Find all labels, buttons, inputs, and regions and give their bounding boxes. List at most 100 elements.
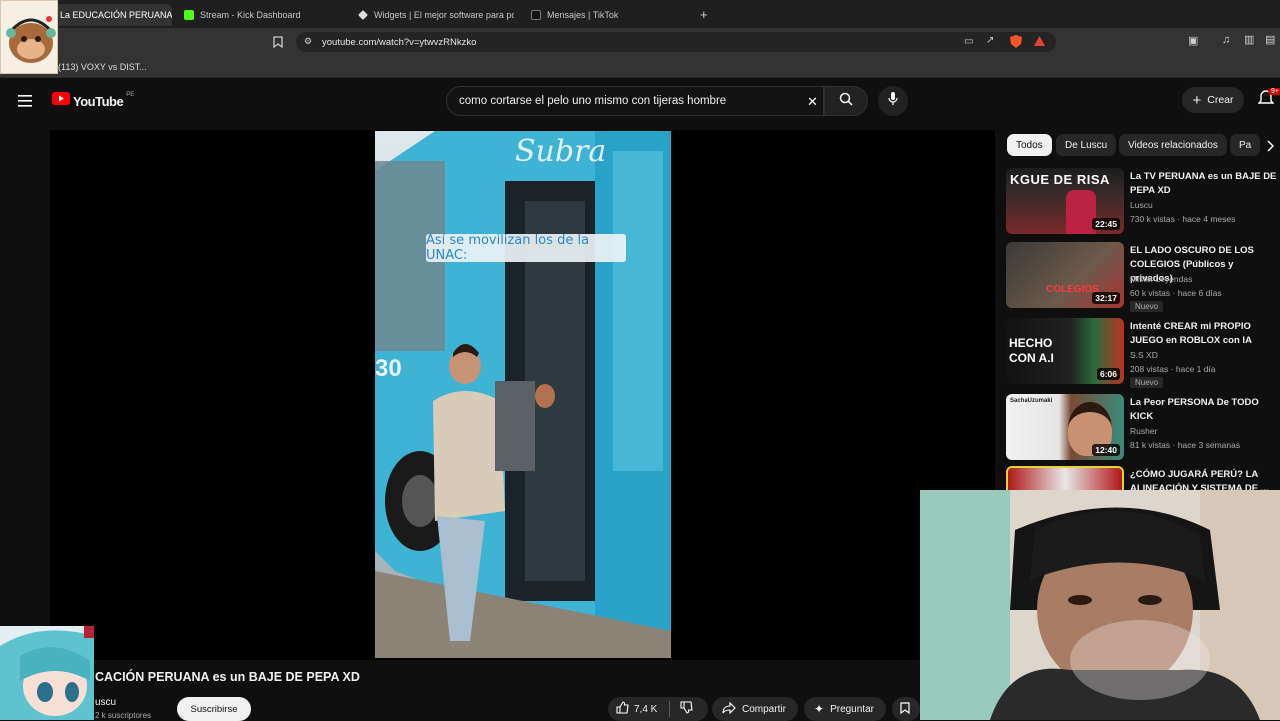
video-caption-overlay: Así se movilizan los de la UNAC:	[426, 233, 626, 263]
voice-search-button[interactable]	[878, 86, 908, 116]
streamer-avatar-overlay	[0, 0, 58, 74]
channel-name[interactable]: Luscu	[1130, 200, 1153, 210]
share-label: Compartir	[742, 703, 786, 715]
new-badge: Nuevo	[1130, 377, 1164, 388]
extensions-icon[interactable]: ▣	[1188, 36, 1198, 47]
video-thumbnail[interactable]: COLEGIOS 32:17	[1006, 242, 1124, 308]
recommendation-item[interactable]: SachaUzumaki 12:40 La Peor PERSONA De TO…	[1006, 394, 1280, 460]
wallet-icon[interactable]: ▤	[1265, 35, 1275, 46]
search-icon	[839, 92, 853, 111]
channel-name[interactable]: Mister Leyendas	[1130, 274, 1192, 284]
like-button[interactable]: 7,4 K	[608, 701, 657, 717]
bus-logo-text: Subra	[515, 134, 606, 169]
subscribe-button[interactable]: Suscribirse	[177, 697, 251, 721]
diamond-icon	[358, 10, 368, 20]
bookmarks-bar: (113) VOXY vs DIST...	[0, 56, 1280, 78]
chip-all[interactable]: Todos	[1007, 134, 1052, 156]
video-metadata: 208 vistas · hace 1 día	[1130, 364, 1216, 374]
video-metadata: 60 k vistas · hace 6 días	[1130, 288, 1222, 298]
tab-label: Stream - Kick Dashboard	[200, 10, 301, 20]
tab-widgets[interactable]: Widgets | El mejor software para pot	[352, 4, 514, 26]
like-count: 7,4 K	[634, 703, 658, 715]
channel-name[interactable]: uscu	[95, 697, 116, 708]
recommendation-item[interactable]: HECHO CON A.I 6:06 Intenté CREAR mi PROP…	[1006, 318, 1280, 388]
ask-button[interactable]: ✦ Preguntar	[804, 697, 886, 721]
channel-subscriber-count: 2 k suscriptores	[95, 711, 152, 720]
like-dislike-group: 7,4 K	[608, 697, 708, 721]
chevron-right-icon[interactable]	[1266, 139, 1275, 157]
address-bar[interactable]: ⚙ youtube.com/watch?v=ytwvzRNkzko ▭ ↗	[296, 32, 1056, 52]
brave-shield-icon[interactable]	[1010, 35, 1022, 51]
video-duration: 22:45	[1092, 218, 1120, 230]
save-bookmark-icon	[900, 701, 910, 717]
video-title[interactable]: La TV PERUANA es un BAJE DE PEPA XD	[1130, 170, 1278, 198]
thumbs-down-icon	[680, 701, 693, 717]
share-arrow-icon	[722, 701, 736, 717]
tiktok-icon	[531, 10, 541, 20]
save-button[interactable]	[892, 697, 920, 721]
search-query: como cortarse el pelo uno mismo con tije…	[459, 95, 727, 107]
clear-search-icon[interactable]: ✕	[807, 94, 818, 110]
new-badge: Nuevo	[1130, 301, 1164, 312]
chip-more[interactable]: Pa	[1230, 134, 1260, 156]
thumbnail-text: HECHO CON A.I	[1009, 336, 1054, 365]
kick-icon	[184, 10, 194, 20]
video-thumbnail[interactable]: HECHO CON A.I 6:06	[1006, 318, 1124, 384]
thumbnail-text: COLEGIOS	[1046, 284, 1099, 295]
video-title: CACIÓN PERUANA es un BAJE DE PEPA XD	[95, 670, 360, 684]
video-frame[interactable]: Subra 30	[375, 131, 671, 658]
bus-number-text: 30	[375, 355, 402, 382]
bookmark-icon[interactable]	[273, 36, 283, 51]
browser-tab-bar: La EDUCACIÓN PERUANA ✕ Stream - Kick Das…	[0, 0, 1280, 28]
recommendation-item[interactable]: COLEGIOS 32:17 EL LADO OSCURO DE LOS COL…	[1006, 242, 1280, 312]
video-thumbnail[interactable]: SachaUzumaki 12:40	[1006, 394, 1124, 460]
share-icon[interactable]: ↗	[986, 36, 994, 46]
video-thumbnail[interactable]: KGUE DE RISA 22:45	[1006, 168, 1124, 234]
youtube-logo[interactable]: YouTube PE	[52, 92, 134, 110]
sidebar-icon[interactable]: ▥	[1244, 35, 1254, 46]
divider	[669, 701, 671, 717]
create-button[interactable]: + Crear	[1182, 87, 1244, 113]
video-metadata: 81 k vistas · hace 3 semanas	[1130, 440, 1241, 450]
search-input[interactable]: como cortarse el pelo uno mismo con tije…	[446, 86, 824, 116]
tab-kick-dashboard[interactable]: Stream - Kick Dashboard	[178, 4, 348, 26]
video-title[interactable]: La Peor PERSONA De TODO KICK	[1130, 396, 1278, 424]
thumbnail-text: KGUE DE RISA	[1010, 172, 1110, 187]
plus-icon: +	[1192, 91, 1202, 109]
chip-related[interactable]: Videos relacionados	[1119, 134, 1227, 156]
webcam-overlay	[920, 490, 1280, 720]
video-duration: 32:17	[1092, 292, 1120, 304]
new-tab-icon[interactable]: +	[700, 8, 708, 21]
recommendation-item[interactable]: KGUE DE RISA 22:45 La TV PERUANA es un B…	[1006, 168, 1280, 234]
tab-tiktok-messages[interactable]: Mensajes | TikTok	[525, 4, 695, 26]
microphone-icon	[888, 91, 898, 111]
create-label: Crear	[1207, 94, 1234, 106]
tab-label: La EDUCACIÓN PERUANA	[60, 10, 172, 20]
chip-from-channel[interactable]: De Luscu	[1056, 134, 1117, 156]
video-duration: 6:06	[1096, 368, 1120, 380]
channel-name[interactable]: Rusher	[1130, 426, 1157, 436]
vtuber-avatar-overlay	[0, 626, 94, 720]
notification-badge: 9+	[1268, 88, 1280, 95]
tab-education[interactable]: La EDUCACIÓN PERUANA ✕	[54, 4, 172, 26]
search-button[interactable]	[824, 86, 868, 116]
hamburger-menu-icon[interactable]	[18, 94, 32, 112]
video-title[interactable]: Intenté CREAR mi PROPIO JUEGO en ROBLOX …	[1130, 320, 1278, 348]
thumbnail-text: SachaUzumaki	[1010, 398, 1053, 404]
video-duration: 12:40	[1092, 444, 1120, 456]
site-settings-icon[interactable]: ⚙	[304, 37, 312, 46]
url-text: youtube.com/watch?v=ytwvzRNkzko	[322, 36, 477, 48]
install-icon[interactable]: ▭	[964, 37, 973, 47]
notifications-button[interactable]: 9+	[1257, 88, 1280, 112]
share-button[interactable]: Compartir	[712, 697, 798, 721]
dislike-button[interactable]	[680, 701, 693, 717]
media-icon[interactable]: ♫	[1222, 35, 1230, 46]
bookmark-item[interactable]: (113) VOXY vs DIST...	[58, 62, 147, 72]
ask-label: Preguntar	[830, 703, 874, 715]
tab-label: Mensajes | TikTok	[547, 10, 619, 20]
channel-name[interactable]: S.S XD	[1130, 350, 1158, 360]
bell-icon	[1257, 90, 1275, 111]
youtube-logo-text: YouTube	[73, 93, 124, 109]
brave-rewards-icon[interactable]	[1034, 36, 1045, 50]
subscribe-label: Suscribirse	[190, 703, 238, 715]
